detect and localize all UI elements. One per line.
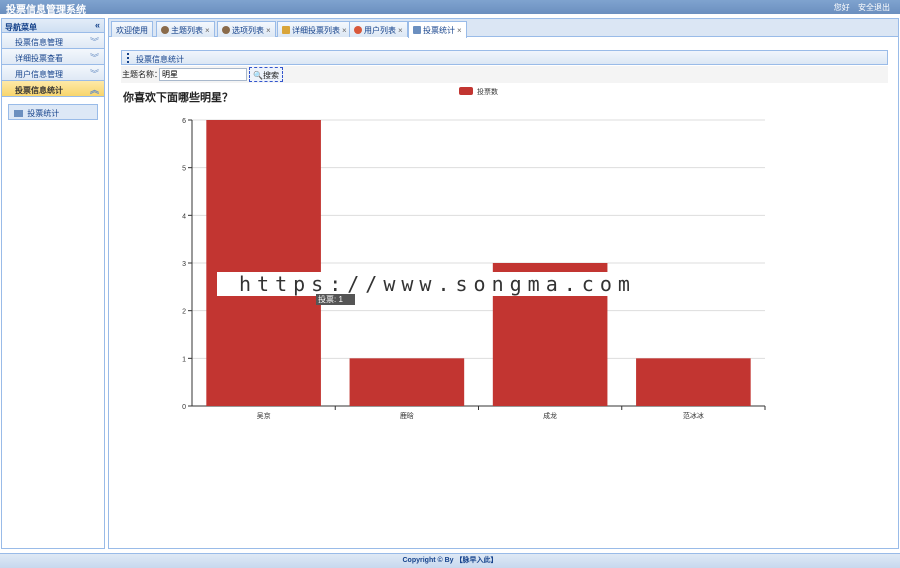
x-tick-label: 鹿晗 [400,411,414,420]
chart-tooltip: 投票: 1 [316,294,355,305]
sidebar-item-label: 投票信息统计 [15,86,63,95]
y-tick-label: 4 [182,213,186,220]
sidebar: 导航菜单 « 投票信息管理 ︾ 详细投票查看 ︾ 用户信息管理 ︾ 投票信息统计… [1,18,105,549]
sidebar-item-vote-stats[interactable]: 投票信息统计 ︽ [2,81,104,97]
logout-link[interactable]: 安全退出 [858,3,890,12]
sidebar-item-user-manage[interactable]: 用户信息管理 ︾ [2,65,104,81]
sidebar-title: 导航菜单 [5,23,37,32]
chevron-down-icon: ︾ [89,69,99,79]
bar [206,120,321,406]
y-tick-label: 2 [182,309,186,316]
footer: Copyright © By 【脉早入此】 [0,553,900,568]
chevron-down-icon: ︾ [89,37,99,47]
bar-chart: 0 1 2 3 4 5 6 吴京 鹿晗 成龙 范冰冰 投票数 [182,87,766,420]
bar [349,358,465,406]
sidebar-item-label: 用户信息管理 [15,70,63,79]
sidebar-subitem-vote-stats[interactable]: 投票统计 [8,104,98,120]
bar [636,358,751,406]
sidebar-item-vote-detail[interactable]: 详细投票查看 ︾ [2,49,104,65]
y-tick-label: 5 [182,166,186,173]
y-tick-label: 3 [182,261,186,268]
sidebar-header: 导航菜单 « [2,19,104,33]
watermark-text: https://www.songma.com [217,272,667,296]
chevron-down-icon: ︾ [89,53,99,63]
x-tick-label: 范冰冰 [683,411,704,420]
sidebar-item-label: 投票信息管理 [15,38,63,47]
collapse-icon[interactable]: « [95,20,100,30]
sidebar-subitem-label: 投票统计 [27,109,60,118]
app-title: 投票信息管理系统 [6,5,86,16]
chart-icon [14,110,23,117]
y-tick-label: 1 [182,356,186,363]
x-tick-label: 吴京 [257,411,271,420]
x-tick-label: 成龙 [543,411,557,420]
sidebar-item-label: 详细投票查看 [15,54,63,63]
sidebar-item-vote-manage[interactable]: 投票信息管理 ︾ [2,33,104,49]
legend-swatch [459,87,473,95]
y-tick-label: 0 [182,404,186,411]
y-tick-label: 6 [182,118,186,125]
chevron-up-icon: ︽ [89,85,99,95]
top-header: 投票信息管理系统 您好 安全退出 [0,0,900,16]
user-greeting-link[interactable]: 您好 [834,3,850,12]
legend-label: 投票数 [477,87,498,96]
